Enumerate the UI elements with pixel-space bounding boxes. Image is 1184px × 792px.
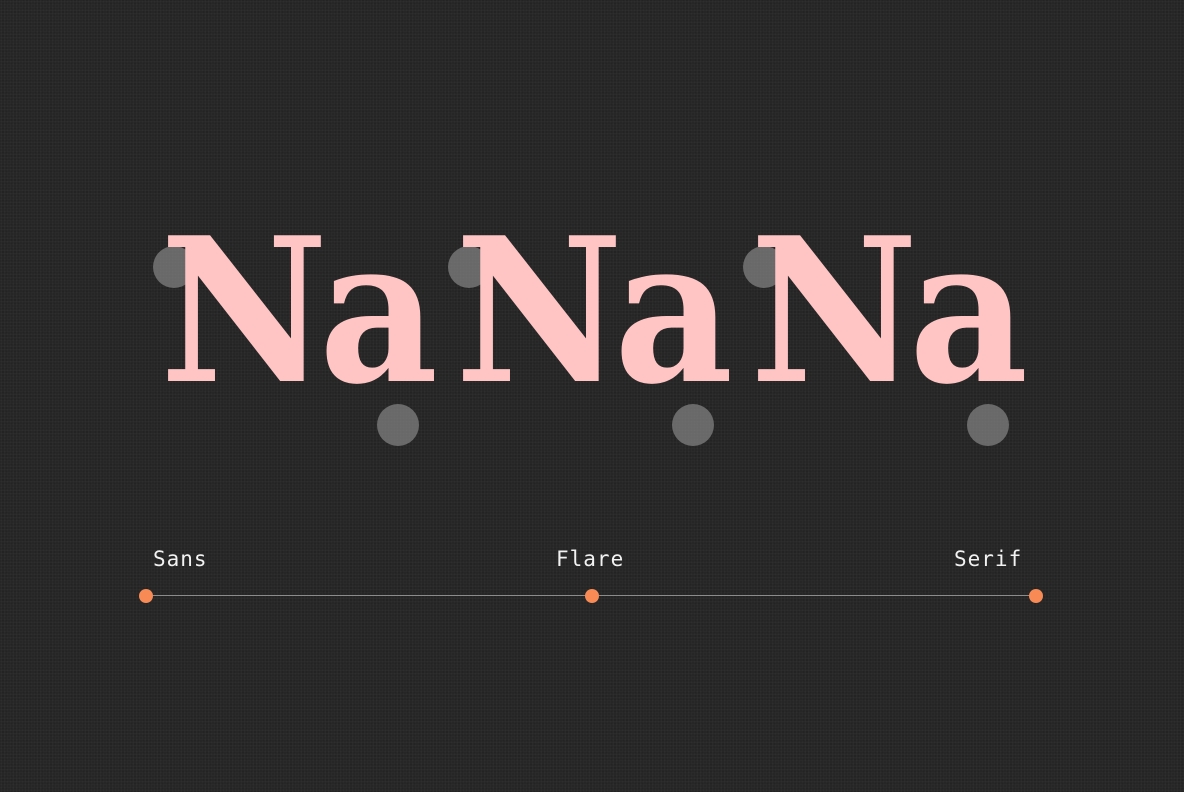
specimen-glyph-sans: Na <box>160 194 438 429</box>
axis-stop-sans <box>139 589 153 603</box>
axis-label-flare: Flare <box>556 547 625 571</box>
axis-stop-flare <box>585 589 599 603</box>
axis-label-sans: Sans <box>153 547 208 571</box>
axis-label-serif: Serif <box>954 547 1023 571</box>
control-point-handle <box>377 404 419 446</box>
specimen-sans: Na <box>150 212 438 450</box>
axis-stop-serif <box>1029 589 1043 603</box>
specimen-serif: Na <box>740 212 1028 450</box>
specimen-glyph-serif: Na <box>750 194 1028 429</box>
control-point-handle <box>672 404 714 446</box>
specimen-glyph-flare: Na <box>455 194 733 429</box>
type-specimen-canvas: Na Na Na Sans Flare Serif <box>0 0 1184 792</box>
control-point-handle <box>967 404 1009 446</box>
specimen-flare: Na <box>445 212 733 450</box>
